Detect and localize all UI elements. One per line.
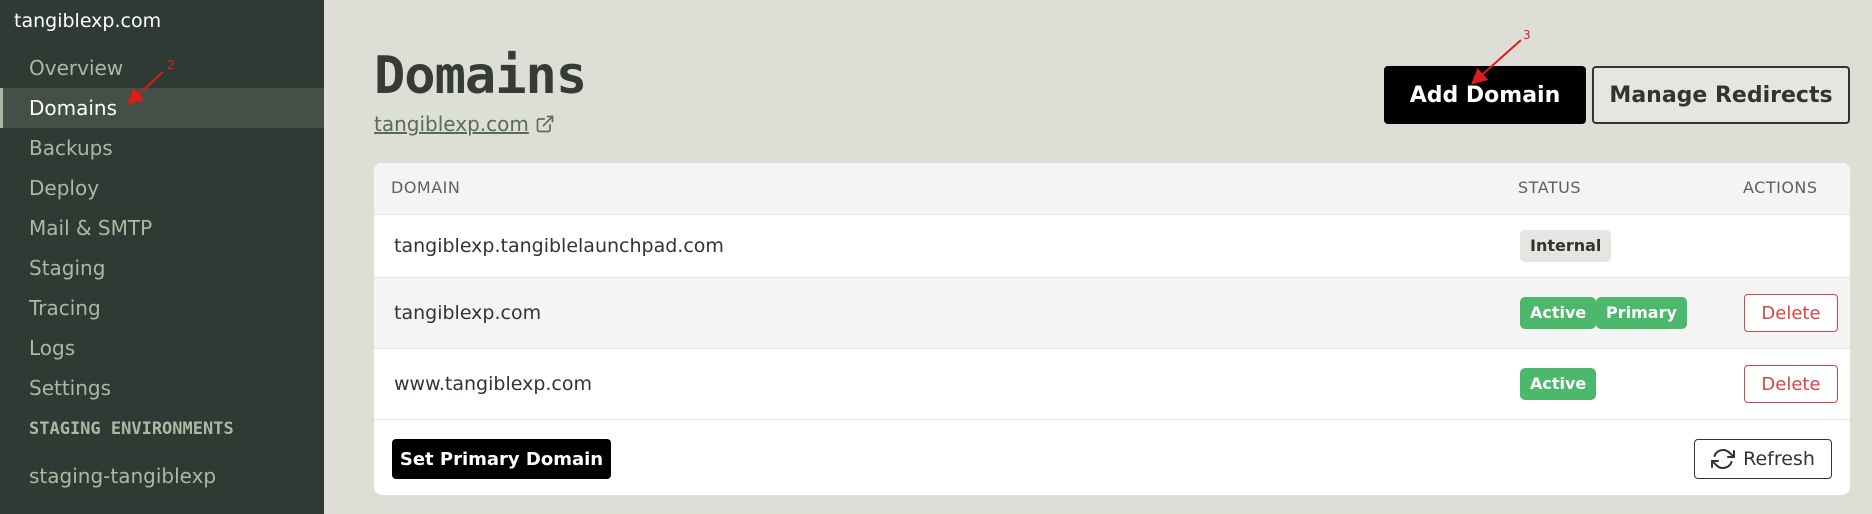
sidebar: tangiblexp.com Overview Domains Backups … [0, 0, 324, 514]
sidebar-item-overview[interactable]: Overview [0, 48, 324, 88]
domain-cell: tangiblexp.com [394, 302, 542, 324]
sidebar-item-mail-smtp[interactable]: Mail & SMTP [0, 208, 324, 248]
external-link-icon [536, 115, 554, 133]
sidebar-item-staging[interactable]: Staging [0, 248, 324, 288]
refresh-icon [1711, 449, 1736, 469]
table-row: tangiblexp.tangiblelaunchpad.com Interna… [374, 215, 1850, 278]
column-header-domain: DOMAIN [391, 178, 461, 197]
delete-button[interactable]: Delete [1744, 365, 1838, 403]
page-title: Domains [374, 46, 587, 106]
add-domain-button[interactable]: Add Domain [1384, 66, 1586, 124]
sidebar-item-domains[interactable]: Domains [0, 88, 324, 128]
refresh-button[interactable]: Refresh [1694, 439, 1832, 479]
table-row: tangiblexp.com Active Primary Delete [374, 278, 1850, 349]
sidebar-item-staging-tangiblexp[interactable]: staging-tangiblexp [0, 456, 324, 496]
status-badge-internal: Internal [1520, 230, 1612, 262]
domain-cell: tangiblexp.tangiblelaunchpad.com [394, 235, 724, 257]
set-primary-domain-button[interactable]: Set Primary Domain [392, 439, 611, 479]
manage-redirects-button[interactable]: Manage Redirects [1592, 66, 1850, 124]
site-name[interactable]: tangiblexp.com [14, 10, 161, 32]
column-header-status: STATUS [1518, 178, 1582, 197]
site-link[interactable]: tangiblexp.com [374, 112, 555, 136]
annotation-marker-3: 3 [1523, 28, 1531, 42]
annotation-marker-2: 2 [167, 58, 175, 72]
site-link-label: tangiblexp.com [374, 112, 529, 136]
status-badge-primary: Primary [1596, 297, 1687, 329]
table-header: DOMAIN STATUS ACTIONS [374, 163, 1850, 215]
sidebar-item-logs[interactable]: Logs [0, 328, 324, 368]
status-badge-active: Active [1520, 297, 1597, 329]
sidebar-item-settings[interactable]: Settings [0, 368, 324, 408]
status-badge-active: Active [1520, 368, 1597, 400]
refresh-label: Refresh [1743, 448, 1815, 470]
table-row: www.tangiblexp.com Active Delete [374, 349, 1850, 420]
column-header-actions: ACTIONS [1743, 178, 1818, 197]
delete-button[interactable]: Delete [1744, 294, 1838, 332]
domains-table: DOMAIN STATUS ACTIONS tangiblexp.tangibl… [374, 163, 1850, 495]
sidebar-item-backups[interactable]: Backups [0, 128, 324, 168]
sidebar-item-tracing[interactable]: Tracing [0, 288, 324, 328]
sidebar-item-deploy[interactable]: Deploy [0, 168, 324, 208]
sidebar-section-staging-environments: STAGING ENVIRONMENTS [29, 419, 234, 439]
domain-cell: www.tangiblexp.com [394, 373, 593, 395]
